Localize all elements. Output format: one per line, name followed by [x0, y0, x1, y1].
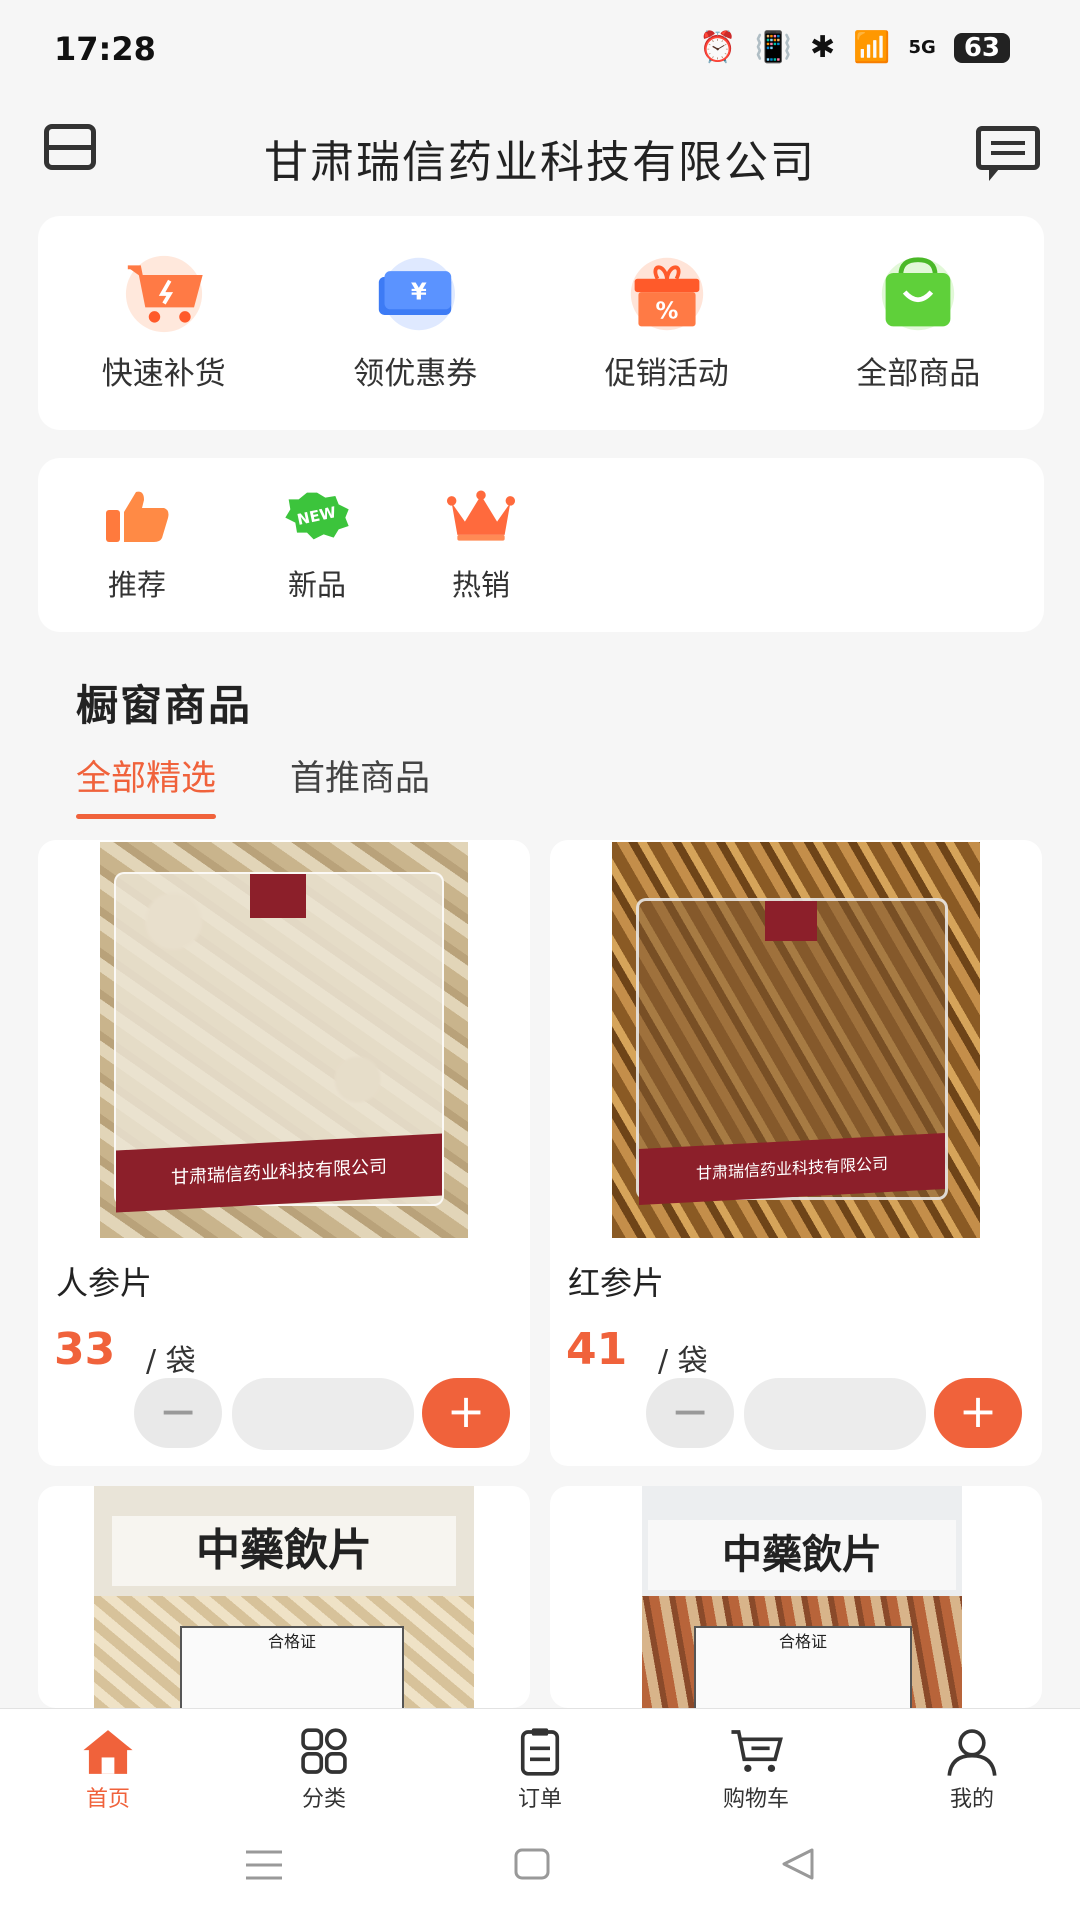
product-image[interactable]: 中藥飲片 合格证 [642, 1486, 962, 1708]
quick-nav: 快速补货 ¥ 领优惠券 % 促销活动 全部商品 [38, 216, 1044, 430]
app-header: 甘肃瑞信药业科技有限公司 [0, 108, 1080, 198]
gift-percent-icon: % [630, 257, 703, 331]
thumbs-up-icon [106, 491, 169, 542]
wifi-icon: 📶 [853, 30, 891, 65]
section-title: 橱窗商品 [76, 681, 253, 730]
bottom-nav-orders[interactable]: 订单 [432, 1709, 648, 1815]
product-card-ginseng[interactable]: 甘肃瑞信药业科技有限公司 人参片 33 / 袋 − + [38, 840, 530, 1466]
bottom-nav-label: 我的 [949, 1787, 994, 1812]
vibrate-icon: 📳 [754, 30, 792, 65]
product-image[interactable]: 中藥飲片 合格证 [94, 1486, 474, 1708]
quick-nav-item-promotion[interactable]: % 促销活动 [541, 216, 793, 430]
secondary-nav: 推荐 NEW 新品 热销 [38, 458, 1044, 632]
bottom-nav-category[interactable]: 分类 [216, 1709, 432, 1815]
package: 甘肃瑞信药业科技有限公司 [636, 898, 948, 1206]
quick-nav-label: 领优惠券 [353, 356, 478, 392]
quantity-increase-button[interactable]: + [422, 1378, 510, 1448]
crown-icon [446, 490, 516, 541]
bottom-nav-label: 订单 [517, 1787, 562, 1812]
quick-nav-item-restock[interactable]: 快速补货 [38, 216, 290, 430]
quantity-decrease-button[interactable]: − [646, 1378, 734, 1448]
cart-bolt-icon [125, 255, 203, 333]
secondary-nav-item-new[interactable]: NEW 新品 [262, 488, 372, 604]
package-logo [765, 901, 817, 941]
quick-nav-label: 快速补货 [101, 356, 226, 392]
quick-nav-label: 促销活动 [604, 356, 729, 392]
quick-nav-item-all-products[interactable]: 全部商品 [793, 216, 1045, 430]
bottom-nav-profile[interactable]: 我的 [864, 1709, 1080, 1815]
product-card-herbal-slices-2[interactable]: 中藥飲片 合格证 [550, 1486, 1042, 1708]
status-icons: ⏰ 📳 ✱ 📶 5G 63 [699, 30, 1010, 65]
quantity-input[interactable] [232, 1378, 414, 1450]
package-label: 中藥飲片 [112, 1516, 456, 1586]
product-price: 33 [54, 1324, 116, 1375]
cart-icon [731, 1730, 783, 1772]
system-nav-bar [0, 1814, 1080, 1920]
alarm-icon: ⏰ [699, 30, 737, 65]
battery-indicator: 63 [953, 32, 1010, 63]
home-square-icon[interactable] [514, 1848, 550, 1880]
category-grid-icon [301, 1728, 347, 1774]
package-label: 中藥飲片 [648, 1520, 956, 1590]
product-image[interactable]: 甘肃瑞信药业科技有限公司 [612, 842, 980, 1238]
bottom-nav-label: 购物车 [722, 1787, 789, 1812]
secondary-nav-label: 新品 [287, 568, 346, 602]
back-icon[interactable] [780, 1846, 816, 1882]
bottom-nav-cart[interactable]: 购物车 [648, 1709, 864, 1815]
package-label: 甘肃瑞信药业科技有限公司 [116, 1133, 442, 1213]
package-label: 甘肃瑞信药业科技有限公司 [639, 1132, 945, 1206]
secondary-nav-label: 热销 [451, 568, 510, 602]
product-unit: / 袋 [658, 1344, 708, 1379]
certificate-label: 合格证 [694, 1626, 912, 1708]
status-time: 17:28 [54, 30, 156, 68]
section-tabs: 全部精选 首推商品 [76, 750, 430, 819]
page-title: 甘肃瑞信药业科技有限公司 [264, 137, 816, 188]
svg-text:%: % [655, 299, 678, 325]
tab-all-selected[interactable]: 全部精选 [76, 750, 217, 819]
quick-nav-label: 全部商品 [856, 356, 981, 392]
quantity-input[interactable] [744, 1378, 926, 1450]
product-unit: / 袋 [146, 1344, 196, 1379]
product-price: 41 [566, 1324, 628, 1375]
quick-nav-item-coupon[interactable]: ¥ 领优惠券 [290, 216, 542, 430]
bottom-nav-label: 分类 [301, 1787, 346, 1812]
menu-icon[interactable] [244, 1848, 284, 1882]
bluetooth-icon: ✱ [810, 30, 836, 65]
package: 甘肃瑞信药业科技有限公司 [114, 872, 444, 1213]
home-icon [83, 1730, 133, 1774]
certificate-label: 合格证 [180, 1626, 404, 1708]
tab-featured[interactable]: 首推商品 [290, 750, 430, 819]
product-name: 红参片 [568, 1264, 665, 1302]
status-bar: 17:28 ⏰ 📳 ✱ 📶 5G 63 [0, 0, 1080, 100]
package-logo [250, 874, 306, 918]
secondary-nav-item-hot[interactable]: 热销 [426, 488, 536, 604]
secondary-nav-label: 推荐 [107, 568, 166, 602]
message-icon[interactable] [976, 126, 1040, 181]
quantity-decrease-button[interactable]: − [134, 1378, 222, 1448]
order-list-icon [520, 1728, 560, 1776]
bottom-nav: 首页 分类 订单 购物车 我的 [0, 1708, 1080, 1815]
coupon-icon: ¥ [379, 257, 456, 331]
secondary-nav-item-recommend[interactable]: 推荐 [82, 488, 192, 604]
network-label: 5G [908, 37, 936, 58]
bottom-nav-home[interactable]: 首页 [0, 1709, 216, 1815]
product-card-red-ginseng[interactable]: 甘肃瑞信药业科技有限公司 红参片 41 / 袋 − + [550, 840, 1042, 1466]
shopping-bag-icon [882, 257, 955, 331]
svg-text:¥: ¥ [411, 280, 427, 306]
bottom-nav-label: 首页 [85, 1787, 130, 1812]
quantity-increase-button[interactable]: + [934, 1378, 1022, 1448]
new-badge-icon: NEW [285, 492, 349, 540]
product-card-herbal-slices-1[interactable]: 中藥飲片 合格证 [38, 1486, 530, 1708]
product-name: 人参片 [56, 1264, 153, 1302]
product-image[interactable]: 甘肃瑞信药业科技有限公司 [100, 842, 468, 1238]
user-icon [947, 1729, 997, 1776]
